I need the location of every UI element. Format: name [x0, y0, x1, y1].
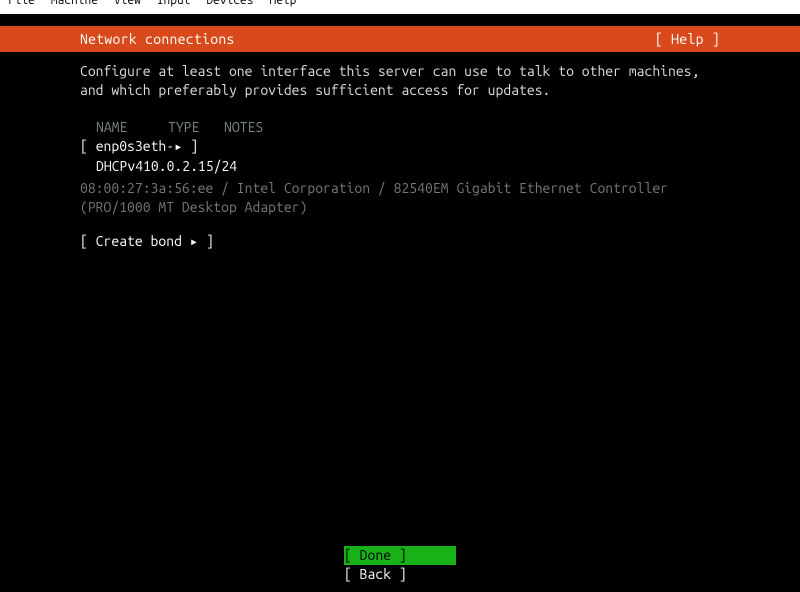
interface-address-row: DHCPv410.0.2.15/24 [80, 157, 720, 177]
chevron-right-icon: ▸ [174, 137, 182, 157]
page-title: Network connections [80, 31, 235, 47]
header-name: NAME [96, 118, 168, 138]
host-menu-input[interactable]: Input [157, 0, 191, 6]
interface-notes: - [166, 138, 174, 154]
table-header-row: NAMETYPENOTES [80, 118, 720, 138]
address-ip: 10.0.2.15/24 [143, 158, 237, 174]
address-proto: DHCPv4 [96, 158, 143, 174]
row-bracket-open: [ [80, 138, 96, 154]
host-menu-help[interactable]: Help [269, 0, 296, 6]
host-menu-machine[interactable]: Machine [51, 0, 98, 6]
interface-hwinfo: 08:00:27:3a:56:ee / Intel Corporation / … [80, 177, 720, 218]
installer-title-bar: Network connections [ Help ] [0, 26, 800, 52]
intro-text: Configure at least one interface this se… [0, 52, 800, 100]
intro-line-1: Configure at least one interface this se… [80, 62, 720, 81]
row-bracket-close: ] [183, 138, 199, 154]
gap [0, 14, 800, 26]
footer-buttons: [ Done ] [ Back ] [0, 546, 800, 584]
intro-line-2: and which preferably provides sufficient… [80, 81, 720, 100]
back-button[interactable]: [ Back ] [344, 565, 456, 584]
header-notes: NOTES [224, 118, 344, 138]
host-menu-devices[interactable]: Devices [206, 0, 253, 6]
done-button[interactable]: [ Done ] [344, 546, 456, 565]
host-menu-view[interactable]: View [114, 0, 141, 6]
hwinfo-line-2: (PRO/1000 MT Desktop Adapter) [80, 198, 720, 218]
vm-host-menubar: File Machine View Input Devices Help [0, 0, 800, 14]
interface-name: enp0s3 [96, 138, 143, 154]
interface-row-enp0s3[interactable]: [ enp0s3eth-▸ ] [80, 137, 720, 157]
header-type: TYPE [168, 118, 224, 138]
host-menu-file[interactable]: File [8, 0, 35, 6]
create-bond-button[interactable]: [ Create bond ▸ ] [80, 218, 720, 252]
hwinfo-line-1: 08:00:27:3a:56:ee / Intel Corporation / … [80, 179, 720, 199]
interface-type: eth [143, 138, 167, 154]
interfaces-table: NAMETYPENOTES [ enp0s3eth-▸ ] DHCPv410.0… [0, 100, 800, 252]
help-button[interactable]: [ Help ] [655, 31, 720, 47]
